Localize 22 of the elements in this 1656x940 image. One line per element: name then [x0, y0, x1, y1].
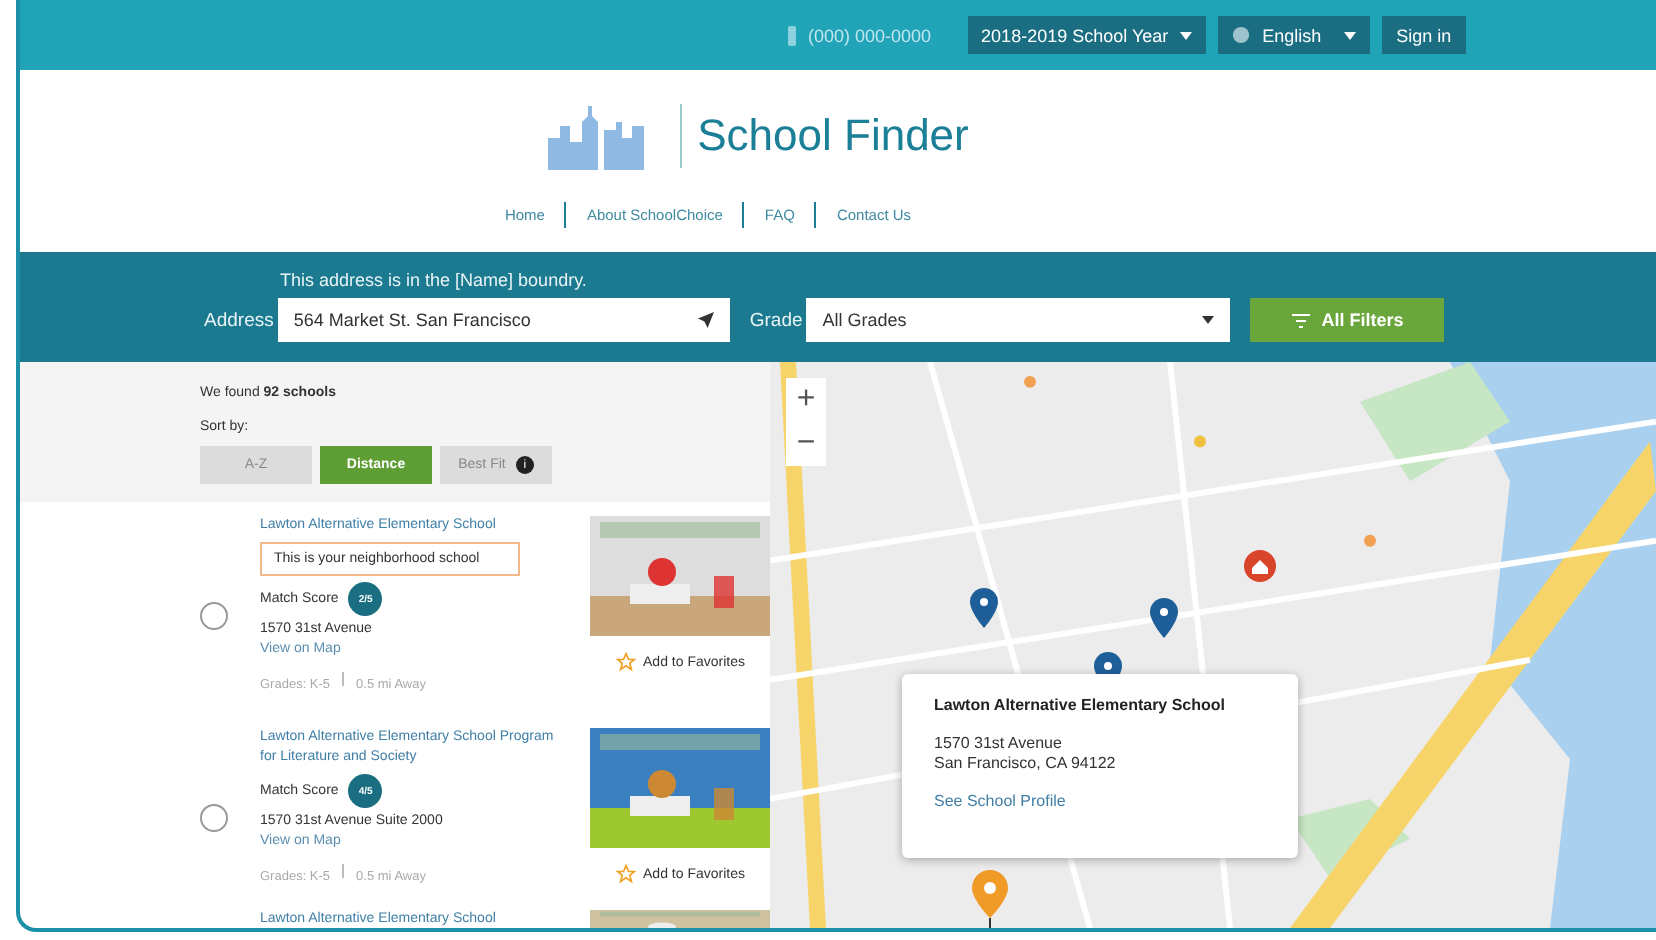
phone-icon: [788, 25, 800, 45]
phone-text: (000) 000-0000: [808, 25, 932, 45]
language-dropdown[interactable]: English: [1218, 16, 1371, 54]
caret-icon: [1180, 31, 1193, 39]
globe-icon: [1232, 26, 1251, 44]
address-field[interactable]: 564 Market St. San Francisco: [277, 298, 730, 342]
grade-label: Grade: [749, 309, 803, 331]
boundary-notice: This address is in the [Name] boundry.: [280, 270, 589, 290]
radio-button[interactable]: [200, 803, 228, 831]
address-label: Address: [204, 309, 274, 331]
school-year-dropdown[interactable]: 2018-2019 School Year: [967, 16, 1207, 54]
sign-in-button[interactable]: Sign in: [1382, 16, 1466, 54]
location-arrow-icon: [697, 312, 714, 328]
star-icon: [615, 652, 636, 672]
star-icon: [615, 864, 636, 884]
radio-button[interactable]: [200, 601, 228, 629]
filter-icon: [1291, 313, 1310, 327]
grade-dropdown[interactable]: All Grades: [806, 298, 1231, 342]
caret-icon: [1344, 31, 1357, 39]
caret-icon: [1202, 316, 1215, 324]
app-title: School Finder: [679, 104, 969, 168]
all-filters-button[interactable]: All Filters: [1250, 298, 1445, 342]
